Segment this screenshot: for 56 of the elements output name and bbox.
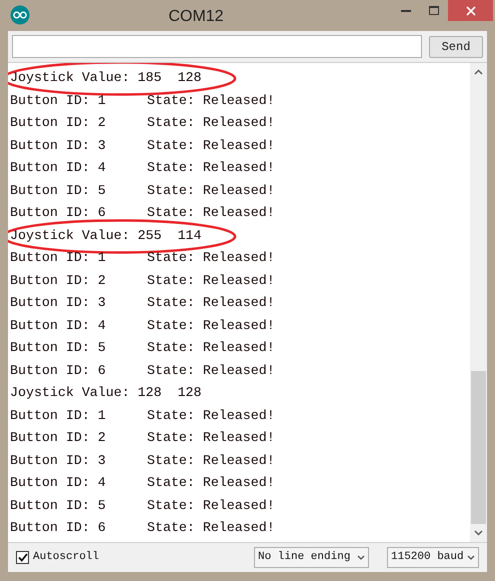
output-line: Joystick Value: 255 114: [10, 226, 202, 245]
scroll-up-icon[interactable]: [474, 69, 483, 75]
output-line: State: Released!: [147, 429, 275, 448]
output-line: Button ID: 6: [10, 362, 107, 380]
output-line: Button ID: 6: [10, 204, 107, 222]
window-title: COM12: [168, 8, 224, 25]
maximize-icon: [429, 6, 439, 15]
scrollbar-thumb[interactable]: [471, 371, 486, 524]
output-line: Joystick Value: 128 128: [10, 384, 202, 402]
output-line: Button ID: 1: [10, 406, 107, 425]
output-line: Button ID: 5: [10, 182, 107, 200]
output-line: State: Released!: [147, 92, 275, 110]
output-line: State: Released!: [147, 204, 275, 222]
output-line: Button ID: 5: [10, 496, 107, 515]
checkmark-icon: [18, 553, 28, 562]
chevron-icon: [467, 555, 475, 560]
output-line: Button ID: 2: [10, 114, 107, 132]
scroll-down-icon[interactable]: [474, 530, 483, 536]
output-line: Button ID: 1: [10, 249, 107, 268]
output-line: State: Released!: [147, 406, 275, 425]
output-line: State: Released!: [147, 316, 275, 335]
output-line: State: Released!: [147, 114, 275, 132]
output-line: State: Released!: [147, 136, 275, 155]
output-line: State: Released!: [147, 339, 275, 358]
output-line: State: Released!: [147, 249, 275, 268]
output-line: Button ID: 3: [10, 136, 107, 155]
message-input-field[interactable]: [12, 35, 422, 58]
output-line: Button ID: 4: [10, 316, 107, 335]
output-line: State: Released!: [147, 182, 275, 200]
close-button[interactable]: [448, 0, 493, 21]
output-line: State: Released!: [147, 294, 275, 312]
output-line: State: Released!: [147, 452, 275, 470]
output-line: Joystick Value: 185 128: [10, 69, 202, 88]
close-icon: [466, 6, 476, 16]
output-line: Button ID: 5: [10, 339, 107, 358]
output-line: Button ID: 2: [10, 429, 107, 448]
autoscroll-checkbox[interactable]: Autoscroll: [16, 549, 100, 566]
output-line: State: Released!: [147, 159, 275, 178]
chevron-icon: [357, 555, 365, 560]
output-line: Button ID: 1: [10, 92, 107, 110]
baud-rate-dropdown[interactable]: 115200 baud: [387, 547, 479, 568]
send-button[interactable]: Send: [429, 36, 483, 58]
output-line: State: Released!: [147, 496, 275, 515]
output-line: State: Released!: [147, 272, 275, 290]
output-line: Button ID: 4: [10, 159, 107, 178]
output-line: Button ID: 3: [10, 294, 107, 312]
output-line: State: Released!: [147, 519, 275, 538]
output-line: Button ID: 4: [10, 474, 107, 492]
output-line: Button ID: 2: [10, 272, 107, 290]
output-line: State: Released!: [147, 474, 275, 492]
minimize-icon: [401, 9, 411, 12]
app-logo-icon: [10, 5, 30, 25]
output-line: Button ID: 6: [10, 519, 107, 538]
output-line: State: Released!: [147, 362, 275, 380]
output-line: Button ID: 3: [10, 452, 107, 470]
line-ending-dropdown[interactable]: No line ending: [254, 547, 369, 568]
